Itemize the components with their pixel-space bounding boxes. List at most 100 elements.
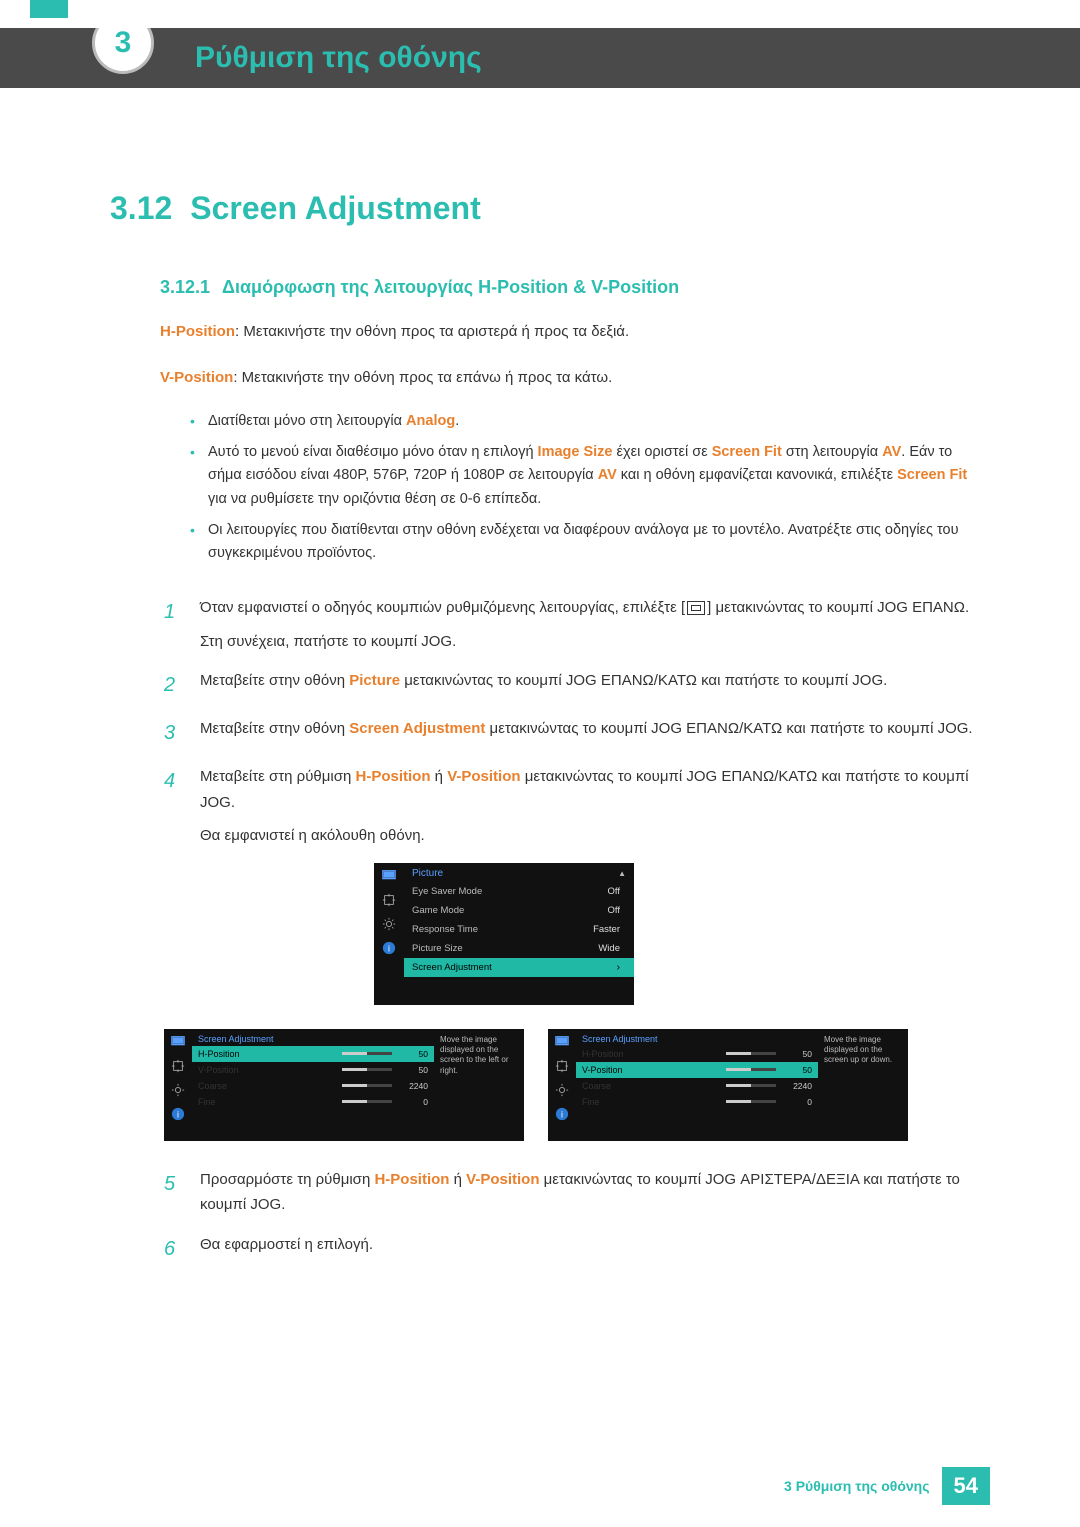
t: 50 xyxy=(400,1049,428,1059)
osd-row: H-Position 50 xyxy=(576,1046,818,1062)
steps-list-2: 5 Προσαρμόστε τη ρύθμιση H-Position ή V-… xyxy=(164,1167,980,1266)
t: Coarse xyxy=(582,1081,611,1091)
chapter-header: Ρύθμιση της οθόνης xyxy=(0,28,1080,88)
step-6: 6 Θα εφαρμοστεί η επιλογή. xyxy=(164,1232,980,1266)
osd-sidebar-icons: i xyxy=(548,1029,576,1121)
t: Screen Adjustment xyxy=(412,962,492,973)
t: 50 xyxy=(784,1049,812,1059)
menu-icon xyxy=(687,601,705,615)
t: V-Position xyxy=(447,768,520,785)
note-3: Οι λειτουργίες που διατίθενται στην οθόν… xyxy=(190,519,980,565)
slider-bar xyxy=(342,1068,392,1071)
osd-row: Game ModeOff xyxy=(404,901,634,920)
osd-screen-adjustment-h: i Screen Adjustment H-Position 50 V-Posit… xyxy=(164,1029,524,1141)
info-icon: i xyxy=(554,1107,570,1121)
t: Μεταβείτε στην οθόνη xyxy=(200,672,349,689)
t: H-Position xyxy=(582,1049,624,1059)
step-1-sub: Στη συνέχεια, πατήστε το κουμπί JOG. xyxy=(200,629,969,655)
step-3: 3 Μεταβείτε στην οθόνη Screen Adjustment… xyxy=(164,716,980,750)
t: Προσαρμόστε τη ρύθμιση xyxy=(200,1171,374,1188)
t: 0 xyxy=(784,1097,812,1107)
osd-title-text: Picture xyxy=(412,868,443,879)
resize-icon xyxy=(170,1059,186,1073)
step-num-1: 1 xyxy=(164,595,182,654)
osd-main: Picture ▲ Eye Saver ModeOff Game ModeOff… xyxy=(404,863,634,977)
gear-icon xyxy=(554,1083,570,1097)
svg-text:i: i xyxy=(388,943,390,953)
page-content: 3.12 Screen Adjustment 3.12.1 Διαμόρφωση… xyxy=(110,190,980,1280)
t: μετακινώντας το κουμπί JOG ΕΠΑΝΩ/ΚΑΤΩ κα… xyxy=(400,672,887,689)
osd-row: Eye Saver ModeOff xyxy=(404,882,634,901)
footer-text: 3 Ρύθμιση της οθόνης xyxy=(784,1478,929,1494)
notes-box: Διατίθεται μόνο στη λειτουργία Analog. Α… xyxy=(190,408,980,575)
step-2: 2 Μεταβείτε στην οθόνη Picture μετακινών… xyxy=(164,668,980,702)
t: Screen Fit xyxy=(712,444,782,460)
monitor-icon xyxy=(554,1035,570,1049)
subsection-number: 3.12.1 xyxy=(160,277,210,298)
vposition-label: V-Position xyxy=(160,369,233,386)
note-1c: . xyxy=(455,413,459,429)
t: 50 xyxy=(400,1065,428,1075)
t: V-Position xyxy=(466,1171,539,1188)
section-heading: 3.12 Screen Adjustment xyxy=(110,190,980,227)
page-tab-marker xyxy=(30,0,68,18)
svg-text:i: i xyxy=(561,1109,563,1119)
vposition-description: V-Position: Μετακινήστε την οθόνη προς τ… xyxy=(160,366,980,390)
t: Coarse xyxy=(198,1081,227,1091)
section-number: 3.12 xyxy=(110,190,172,227)
step-body-3: Μεταβείτε στην οθόνη Screen Adjustment μ… xyxy=(200,716,973,750)
t: Image Size xyxy=(538,444,613,460)
step-4: 4 Μεταβείτε στη ρύθμιση H-Position ή V-P… xyxy=(164,764,980,849)
t: Faster xyxy=(593,924,620,935)
osd-row: V-Position50 xyxy=(192,1062,434,1078)
note-1b: Analog xyxy=(406,413,455,429)
osd-row-selected: Screen Adjustment › xyxy=(404,958,634,977)
resize-icon xyxy=(554,1059,570,1073)
resize-icon xyxy=(381,893,397,907)
t: και η οθόνη εμφανίζεται κανονικά, επιλέξ… xyxy=(617,467,897,483)
slider-bar xyxy=(342,1052,392,1055)
t: Fine xyxy=(198,1097,216,1107)
osd-main: Screen Adjustment H-Position 50 V-Positio… xyxy=(192,1029,434,1121)
osd-picture-wrap: i Picture ▲ Eye Saver ModeOff Game ModeO… xyxy=(164,863,980,1141)
arrow-up-icon: ▲ xyxy=(618,869,626,878)
step-num-2: 2 xyxy=(164,668,182,702)
page-footer: 3 Ρύθμιση της οθόνης 54 xyxy=(784,1467,990,1505)
step-body-2: Μεταβείτε στην οθόνη Picture μετακινώντα… xyxy=(200,668,887,702)
osd-row-selected: H-Position 50 xyxy=(192,1046,434,1062)
osd-row-selected: V-Position50 xyxy=(576,1062,818,1078)
t: για να ρυθμίσετε την οριζόντια θέση σε 0… xyxy=(208,491,541,507)
t: AV xyxy=(598,467,617,483)
osd-main: Screen Adjustment H-Position 50 V-Positio… xyxy=(576,1029,818,1121)
t: Off xyxy=(608,886,621,897)
t: Αυτό το μενού είναι διαθέσιμο μόνο όταν … xyxy=(208,444,538,460)
osd-title: Screen Adjustment xyxy=(192,1029,434,1046)
monitor-icon xyxy=(381,869,397,883)
step-4-sub: Θα εμφανιστεί η ακόλουθη οθόνη. xyxy=(200,823,980,849)
t: Όταν εμφανιστεί ο οδηγός κουμπιών ρυθμιζ… xyxy=(200,599,685,616)
slider-bar xyxy=(726,1100,776,1103)
slider-bar xyxy=(342,1084,392,1087)
step-num-3: 3 xyxy=(164,716,182,750)
t: H-Position xyxy=(198,1049,240,1059)
chapter-title: Ρύθμιση της οθόνης xyxy=(195,41,482,75)
svg-text:i: i xyxy=(177,1109,179,1119)
osd-title: Screen Adjustment xyxy=(576,1029,818,1046)
osd-sidebar-icons: i xyxy=(164,1029,192,1121)
osd-picture-menu: i Picture ▲ Eye Saver ModeOff Game ModeO… xyxy=(374,863,634,1005)
step-num-5: 5 xyxy=(164,1167,182,1218)
t: Wide xyxy=(598,943,620,954)
monitor-icon xyxy=(170,1035,186,1049)
osd-row: Response TimeFaster xyxy=(404,920,634,939)
note-1: Διατίθεται μόνο στη λειτουργία Analog. xyxy=(190,410,980,433)
hposition-description: H-Position: Μετακινήστε την οθόνη προς τ… xyxy=(160,320,980,344)
gear-icon xyxy=(170,1083,186,1097)
hposition-text: : Μετακινήστε την οθόνη προς τα αριστερά… xyxy=(235,323,629,340)
step-body-1: Όταν εμφανιστεί ο οδηγός κουμπιών ρυθμιζ… xyxy=(200,595,969,654)
osd-row: Coarse 2240 xyxy=(576,1078,818,1094)
t: H-Position xyxy=(356,768,431,785)
note-1a: Διατίθεται μόνο στη λειτουργία xyxy=(208,413,406,429)
page-number: 54 xyxy=(942,1467,990,1505)
t: 2240 xyxy=(784,1081,812,1091)
chevron-right-icon: › xyxy=(617,962,620,973)
